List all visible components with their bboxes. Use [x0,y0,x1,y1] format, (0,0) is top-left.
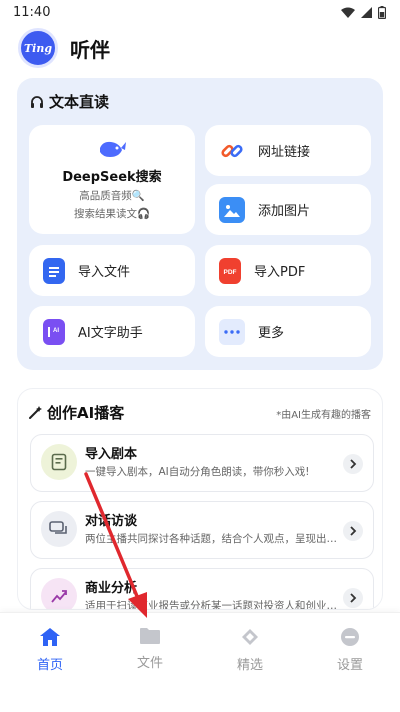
import-script-desc: 一键导入剧本，AI自动分角色朗读，带你秒入戏! [85,466,310,478]
import-script-item[interactable]: 导入剧本 一键导入剧本，AI自动分角色朗读，带你秒入戏! [30,434,374,492]
deepseek-title: DeepSeek搜索 [62,170,162,185]
link-icon [219,138,245,164]
business-analysis-desc: 适用于扫读商业报告或分析某一话题对投资人和创业… [85,600,337,610]
deepseek-whale-icon [100,141,126,157]
dialogue-interview-item[interactable]: 对话访谈 两位主播共同探讨各种话题，结合个人观点，呈现出… [30,501,374,559]
svg-text:AI: AI [53,328,59,334]
bottom-nav: 首页 文件 精选 设置 [0,612,400,712]
script-icon [41,444,77,480]
more-label: 更多 [258,326,285,341]
magic-wand-icon [29,406,42,419]
nav-featured[interactable]: 精选 [210,623,290,693]
import-pdf-label: 导入PDF [254,265,306,280]
text-read-title: 文本直读 [30,91,109,112]
app-name: 听伴 [70,37,110,62]
featured-icon [242,629,258,645]
chat-icon [41,511,77,547]
add-image-label: 添加图片 [258,204,311,219]
folder-icon [140,628,160,644]
url-link-label: 网址链接 [258,145,311,160]
ai-text-assistant-tile[interactable]: AI AI文字助手 [29,306,195,357]
create-ai-note: *由AI生成有趣的播客 [276,410,371,421]
create-ai-label: 创作AI播客 [47,404,125,422]
status-bar: 11:40 [0,0,400,24]
pdf-icon: PDF [219,257,241,284]
business-analysis-title: 商业分析 [85,581,138,596]
business-analysis-item[interactable]: 商业分析 适用于扫读商业报告或分析某一话题对投资人和创业… [30,568,374,610]
url-link-tile[interactable]: 网址链接 [205,125,371,176]
text-read-card: 文本直读 DeepSeek搜索 高品质音频🔍 搜索结果读文🎧 网址链接 添加图片… [17,78,383,370]
create-ai-podcast-card: 创作AI播客 *由AI生成有趣的播客 导入剧本 一键导入剧本，AI自动分角色朗读… [17,388,383,610]
nav-settings[interactable]: 设置 [310,623,390,693]
wifi-icon [341,7,355,18]
import-script-title: 导入剧本 [85,447,138,462]
create-ai-title: 创作AI播客 [28,402,124,423]
battery-icon [378,5,386,19]
nav-settings-label: 设置 [336,658,363,673]
more-icon [219,318,245,345]
settings-icon [341,628,359,646]
import-pdf-tile[interactable]: PDF 导入PDF [205,245,371,296]
import-file-label: 导入文件 [78,265,131,280]
deepseek-subtitle-2: 搜索结果读文🎧 [73,208,151,220]
image-icon [219,196,245,223]
trend-chart-icon [41,578,77,609]
svg-text:PDF: PDF [224,269,237,276]
nav-featured-label: 精选 [236,658,263,673]
file-icon [43,257,65,284]
app-header: Ting 听伴 [18,28,110,68]
add-image-tile[interactable]: 添加图片 [205,184,371,235]
status-time: 11:40 [13,4,51,20]
chevron-right-icon [343,521,363,541]
ai-text-assistant-label: AI文字助手 [78,326,143,341]
ai-text-icon: AI [43,318,65,345]
deepseek-search-tile[interactable]: DeepSeek搜索 高品质音频🔍 搜索结果读文🎧 [29,125,195,234]
nav-home[interactable]: 首页 [10,623,90,693]
status-icons [341,5,386,19]
app-logo: Ting [18,28,58,68]
nav-files[interactable]: 文件 [110,623,190,693]
chevron-right-icon [343,454,363,474]
more-tile[interactable]: 更多 [205,306,371,357]
text-read-label: 文本直读 [49,93,110,111]
deepseek-subtitle-1: 高品质音频🔍 [79,190,145,202]
import-file-tile[interactable]: 导入文件 [29,245,195,296]
dialogue-interview-title: 对话访谈 [85,514,138,529]
chevron-right-icon [343,588,363,608]
signal-icon [361,6,372,18]
home-icon [40,628,60,646]
dialogue-interview-desc: 两位主播共同探讨各种话题，结合个人观点，呈现出… [85,533,337,545]
nav-files-label: 文件 [136,656,163,671]
nav-home-label: 首页 [36,658,63,673]
headphones-icon [31,95,43,108]
